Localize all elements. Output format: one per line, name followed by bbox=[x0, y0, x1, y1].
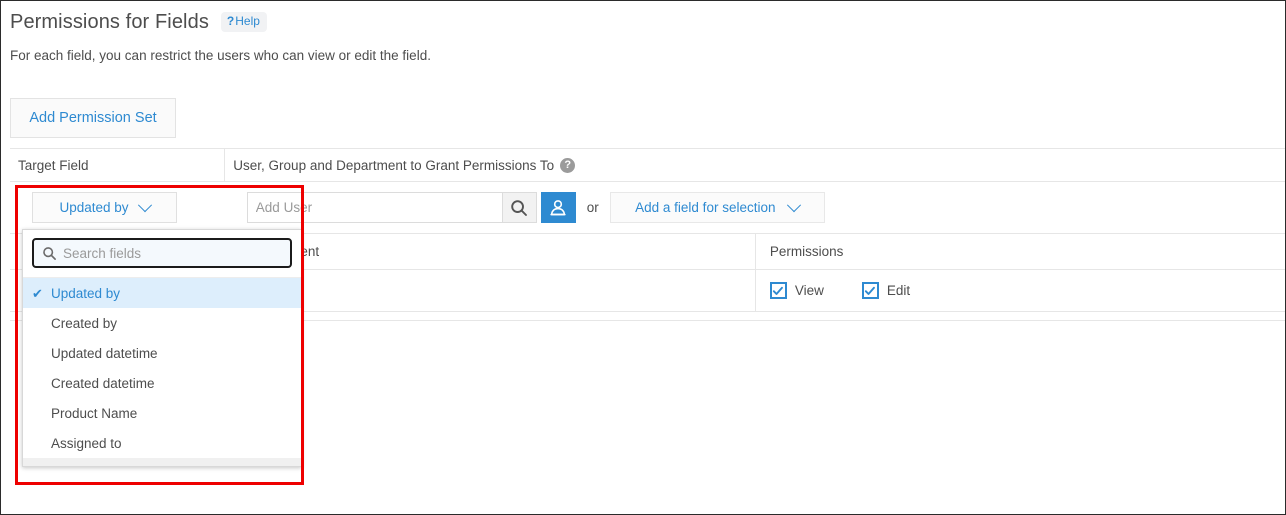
permissions-checkbox-group: View Edit bbox=[770, 282, 1285, 299]
dropdown-item-created-by[interactable]: Created by bbox=[23, 308, 301, 338]
add-field-for-selection-button[interactable]: Add a field for selection bbox=[610, 192, 825, 223]
field-select-label: Updated by bbox=[59, 200, 128, 215]
header-grant-label: User, Group and Department to Grant Perm… bbox=[233, 158, 554, 173]
header-target-field: Target Field bbox=[10, 149, 225, 182]
edit-permission-checkbox[interactable]: Edit bbox=[862, 282, 910, 299]
dropdown-item-updated-datetime[interactable]: Updated datetime bbox=[23, 338, 301, 368]
checkbox-box bbox=[862, 282, 879, 299]
dropdown-item-label: Created by bbox=[51, 316, 117, 331]
add-user-input[interactable] bbox=[247, 192, 502, 223]
page-description: For each field, you can restrict the use… bbox=[10, 47, 1285, 65]
page-title: Permissions for Fields bbox=[10, 9, 209, 35]
view-permission-label: View bbox=[795, 283, 824, 298]
dropdown-item-label: Assigned to bbox=[51, 436, 122, 451]
view-permission-checkbox[interactable]: View bbox=[770, 282, 824, 299]
user-select-bar: or Add a field for selection bbox=[225, 182, 1286, 233]
info-icon[interactable]: ? bbox=[560, 158, 575, 173]
dropdown-item-product-name[interactable]: Product Name bbox=[23, 398, 301, 428]
search-fields-input[interactable] bbox=[63, 246, 290, 261]
dropdown-item-list: ✔ Updated by Created by Updated datetime… bbox=[23, 277, 301, 458]
subheader-permissions: Permissions bbox=[755, 234, 1286, 270]
page-header: Permissions for Fields ? Help For each f… bbox=[1, 1, 1285, 65]
dropdown-search-wrap bbox=[23, 230, 301, 277]
dropdown-search-box[interactable] bbox=[32, 238, 292, 268]
dropdown-item-updated-by[interactable]: ✔ Updated by bbox=[23, 278, 301, 308]
dropdown-scroll-footer bbox=[23, 458, 301, 466]
selection-user-cell: or Add a field for selection bbox=[225, 182, 1286, 234]
dropdown-item-label: Created datetime bbox=[51, 376, 155, 391]
chevron-down-icon bbox=[787, 198, 801, 212]
dropdown-item-label: Updated by bbox=[51, 286, 120, 301]
edit-permission-label: Edit bbox=[887, 283, 910, 298]
question-mark-icon: ? bbox=[227, 15, 234, 28]
row-permissions-cell: View Edit bbox=[755, 270, 1286, 312]
help-button[interactable]: ? Help bbox=[221, 12, 267, 32]
subheader-grant-to: or Department bbox=[225, 234, 756, 270]
search-button[interactable] bbox=[502, 192, 537, 223]
add-field-label: Add a field for selection bbox=[635, 200, 775, 215]
footer-cell bbox=[225, 312, 756, 321]
dropdown-item-assigned-to[interactable]: Assigned to bbox=[23, 428, 301, 458]
checkbox-box bbox=[770, 282, 787, 299]
title-row: Permissions for Fields ? Help bbox=[10, 9, 1285, 35]
permissions-for-fields-page: Permissions for Fields ? Help For each f… bbox=[0, 0, 1286, 515]
chevron-down-icon bbox=[137, 198, 151, 212]
or-label: or bbox=[587, 200, 599, 215]
user-search-group bbox=[247, 192, 537, 223]
dropdown-item-label: Product Name bbox=[51, 406, 137, 421]
row-grant-cell: e bbox=[225, 270, 756, 312]
header-grant-permissions-to: User, Group and Department to Grant Perm… bbox=[225, 149, 1286, 182]
select-user-button[interactable] bbox=[541, 192, 576, 223]
check-icon: ✔ bbox=[32, 287, 43, 300]
dropdown-item-label: Updated datetime bbox=[51, 346, 158, 361]
selection-field-cell: Updated by bbox=[10, 182, 225, 234]
footer-cell bbox=[755, 312, 1286, 321]
add-permission-set-button[interactable]: Add Permission Set bbox=[10, 98, 176, 138]
dropdown-item-created-datetime[interactable]: Created datetime bbox=[23, 368, 301, 398]
search-icon bbox=[42, 246, 57, 261]
table-header-row: Target Field User, Group and Department … bbox=[10, 149, 1286, 182]
selection-row: Updated by bbox=[10, 182, 1286, 234]
field-select-dropdown-panel: ✔ Updated by Created by Updated datetime… bbox=[22, 229, 302, 467]
help-label: Help bbox=[235, 15, 260, 28]
field-select-dropdown-button[interactable]: Updated by bbox=[32, 192, 177, 223]
field-select-bar: Updated by bbox=[10, 182, 225, 233]
